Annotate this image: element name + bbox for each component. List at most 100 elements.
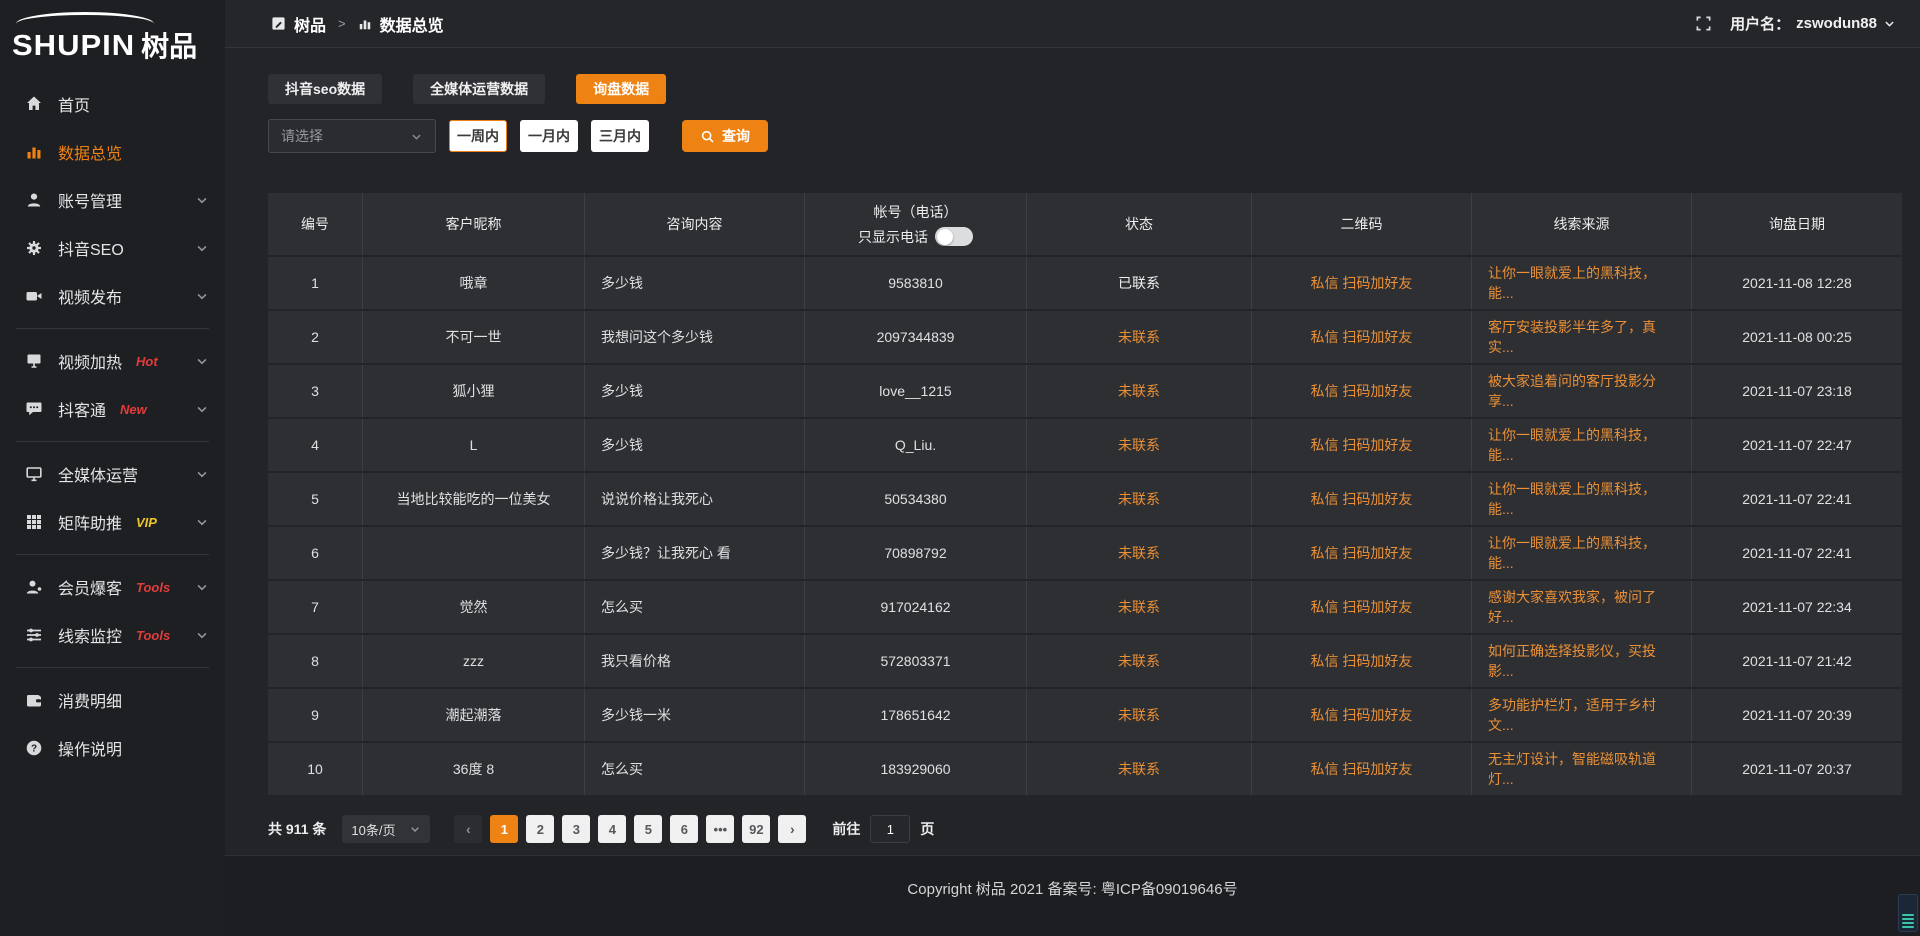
prev-page-button[interactable]: ‹ — [454, 815, 482, 843]
cell-source-link[interactable]: 多功能护栏灯，适用于乡村文... — [1472, 689, 1692, 741]
cell-source-link[interactable]: 让你一眼就爱上的黑科技，能... — [1472, 257, 1692, 309]
col-header-status: 状态 — [1027, 193, 1252, 255]
chevron-down-icon — [195, 515, 209, 529]
jump-page-input[interactable] — [870, 815, 910, 843]
sidebar-item-lead-monitoring[interactable]: 线索监控 Tools — [0, 612, 225, 658]
phone-only-toggle[interactable] — [935, 227, 973, 246]
cell-status: 未联系 — [1027, 581, 1252, 633]
username: zswodun88 — [1796, 15, 1877, 32]
cell-status: 未联系 — [1027, 689, 1252, 741]
cell-index: 4 — [268, 419, 363, 471]
range-button[interactable]: 一周内 — [449, 120, 507, 152]
cell-qrcode-link[interactable]: 私信 扫码加好友 — [1252, 473, 1472, 525]
breadcrumb-root[interactable]: 树品 — [294, 12, 326, 36]
data-tab[interactable]: 询盘数据 — [576, 74, 666, 104]
cell-account: love__1215 — [805, 365, 1027, 417]
cell-source-link[interactable]: 让你一眼就爱上的黑科技，能... — [1472, 419, 1692, 471]
sidebar-item-douketong[interactable]: 抖客通 New — [0, 386, 225, 432]
breadcrumb-current[interactable]: 数据总览 — [380, 12, 444, 36]
inquiry-table: 编号 客户昵称 咨询内容 帐号（电话） 只显示电话 状态 二维码 线索来源 询盘… — [268, 193, 1902, 797]
chevron-down-icon — [409, 823, 421, 835]
sidebar-item-video-heating[interactable]: 视频加热 Hot — [0, 338, 225, 384]
breadcrumb-separator: > — [338, 16, 346, 31]
cell-date: 2021-11-07 20:37 — [1692, 743, 1902, 795]
sliders-icon — [24, 625, 44, 645]
member-icon — [24, 577, 44, 597]
cell-source-link[interactable]: 被大家追着问的客厅投影分享... — [1472, 365, 1692, 417]
next-page-button[interactable]: › — [778, 815, 806, 843]
cell-source-link[interactable]: 让你一眼就爱上的黑科技，能... — [1472, 527, 1692, 579]
cell-qrcode-link[interactable]: 私信 扫码加好友 — [1252, 311, 1472, 363]
data-tab[interactable]: 全媒体运营数据 — [413, 74, 545, 104]
sidebar-item-douyin-seo[interactable]: 抖音SEO — [0, 225, 225, 271]
query-button[interactable]: 查询 — [682, 120, 768, 152]
sidebar-item-video-publish[interactable]: 视频发布 — [0, 273, 225, 319]
cell-source-link[interactable]: 无主灯设计，智能磁吸轨道灯... — [1472, 743, 1692, 795]
cell-nickname — [363, 527, 585, 579]
table-header-row: 编号 客户昵称 咨询内容 帐号（电话） 只显示电话 状态 二维码 线索来源 询盘… — [268, 193, 1902, 257]
cell-content: 多少钱一米 — [585, 689, 805, 741]
divider — [16, 328, 209, 329]
page-button[interactable]: 5 — [634, 815, 662, 843]
page-size-select[interactable]: 10条/页 — [342, 815, 430, 843]
page-button[interactable]: 4 — [598, 815, 626, 843]
cell-nickname: 觉然 — [363, 581, 585, 633]
table-row: 8 zzz 我只看价格 572803371 未联系 私信 扫码加好友 如何正确选… — [268, 635, 1902, 689]
cell-source-link[interactable]: 客厅安装投影半年多了，真实... — [1472, 311, 1692, 363]
user-icon — [24, 190, 44, 210]
cell-date: 2021-11-08 00:25 — [1692, 311, 1902, 363]
user-menu[interactable]: 用户名：zswodun88 — [1730, 13, 1896, 34]
cell-content: 说说价格让我死心 — [585, 473, 805, 525]
chevron-down-icon — [195, 402, 209, 416]
cell-qrcode-link[interactable]: 私信 扫码加好友 — [1252, 635, 1472, 687]
filter-select[interactable]: 请选择 — [268, 119, 436, 153]
cell-content: 怎么买 — [585, 743, 805, 795]
video-camera-icon — [24, 286, 44, 306]
fullscreen-icon[interactable] — [1695, 15, 1712, 32]
cell-qrcode-link[interactable]: 私信 扫码加好友 — [1252, 419, 1472, 471]
page-button[interactable]: 3 — [562, 815, 590, 843]
range-button[interactable]: 三月内 — [591, 120, 649, 152]
cell-account: 183929060 — [805, 743, 1027, 795]
sidebar-item-label: 线索监控 — [58, 623, 122, 647]
table-row: 10 36度 8 怎么买 183929060 未联系 私信 扫码加好友 无主灯设… — [268, 743, 1902, 797]
monitor-icon — [24, 464, 44, 484]
data-tab[interactable]: 抖音seo数据 — [268, 74, 382, 104]
sidebar-item-instructions[interactable]: ? 操作说明 — [0, 725, 225, 771]
wallet-icon — [24, 690, 44, 710]
page-button[interactable]: 6 — [670, 815, 698, 843]
total-count: 共 911 条 — [268, 819, 326, 839]
sidebar-item-consumption-detail[interactable]: 消费明细 — [0, 677, 225, 723]
chevron-down-icon — [195, 241, 209, 255]
cell-content: 多少钱？让我死心 看 — [585, 527, 805, 579]
sidebar-item-matrix-boost[interactable]: 矩阵助推 VIP — [0, 499, 225, 545]
cell-content: 我只看价格 — [585, 635, 805, 687]
sidebar-item-data-overview[interactable]: 数据总览 — [0, 129, 225, 175]
cell-qrcode-link[interactable]: 私信 扫码加好友 — [1252, 527, 1472, 579]
cell-qrcode-link[interactable]: 私信 扫码加好友 — [1252, 365, 1472, 417]
cell-qrcode-link[interactable]: 私信 扫码加好友 — [1252, 257, 1472, 309]
page-button[interactable]: 92 — [742, 815, 770, 843]
cell-date: 2021-11-08 12:28 — [1692, 257, 1902, 309]
cell-source-link[interactable]: 感谢大家喜欢我家，被问了好... — [1472, 581, 1692, 633]
sidebar-item-account-management[interactable]: 账号管理 — [0, 177, 225, 223]
cell-qrcode-link[interactable]: 私信 扫码加好友 — [1252, 581, 1472, 633]
table-row: 5 当地比较能吃的一位美女 说说价格让我死心 50534380 未联系 私信 扫… — [268, 473, 1902, 527]
sidebar-item-member-baoke[interactable]: 会员爆客 Tools — [0, 564, 225, 610]
page-button[interactable]: 1 — [490, 815, 518, 843]
page-buttons: 1 2 3 4 5 6 ••• 92 — [490, 815, 778, 843]
page-button[interactable]: ••• — [706, 815, 734, 843]
app-window: SHUPIN 树品 首页 数据总览 账号管理 抖音SEO 视频发布 — [0, 0, 1920, 936]
page-button[interactable]: 2 — [526, 815, 554, 843]
cell-status: 未联系 — [1027, 743, 1252, 795]
sidebar-item-home[interactable]: 首页 — [0, 81, 225, 127]
cell-qrcode-link[interactable]: 私信 扫码加好友 — [1252, 743, 1472, 795]
sidebar-item-omnimedia-operation[interactable]: 全媒体运营 — [0, 451, 225, 497]
vip-badge: VIP — [136, 515, 157, 530]
logo: SHUPIN 树品 — [0, 6, 225, 79]
table-row: 2 不可一世 我想问这个多少钱 2097344839 未联系 私信 扫码加好友 … — [268, 311, 1902, 365]
cell-qrcode-link[interactable]: 私信 扫码加好友 — [1252, 689, 1472, 741]
range-button[interactable]: 一月内 — [520, 120, 578, 152]
cell-source-link[interactable]: 让你一眼就爱上的黑科技，能... — [1472, 473, 1692, 525]
cell-source-link[interactable]: 如何正确选择投影仪，买投影... — [1472, 635, 1692, 687]
